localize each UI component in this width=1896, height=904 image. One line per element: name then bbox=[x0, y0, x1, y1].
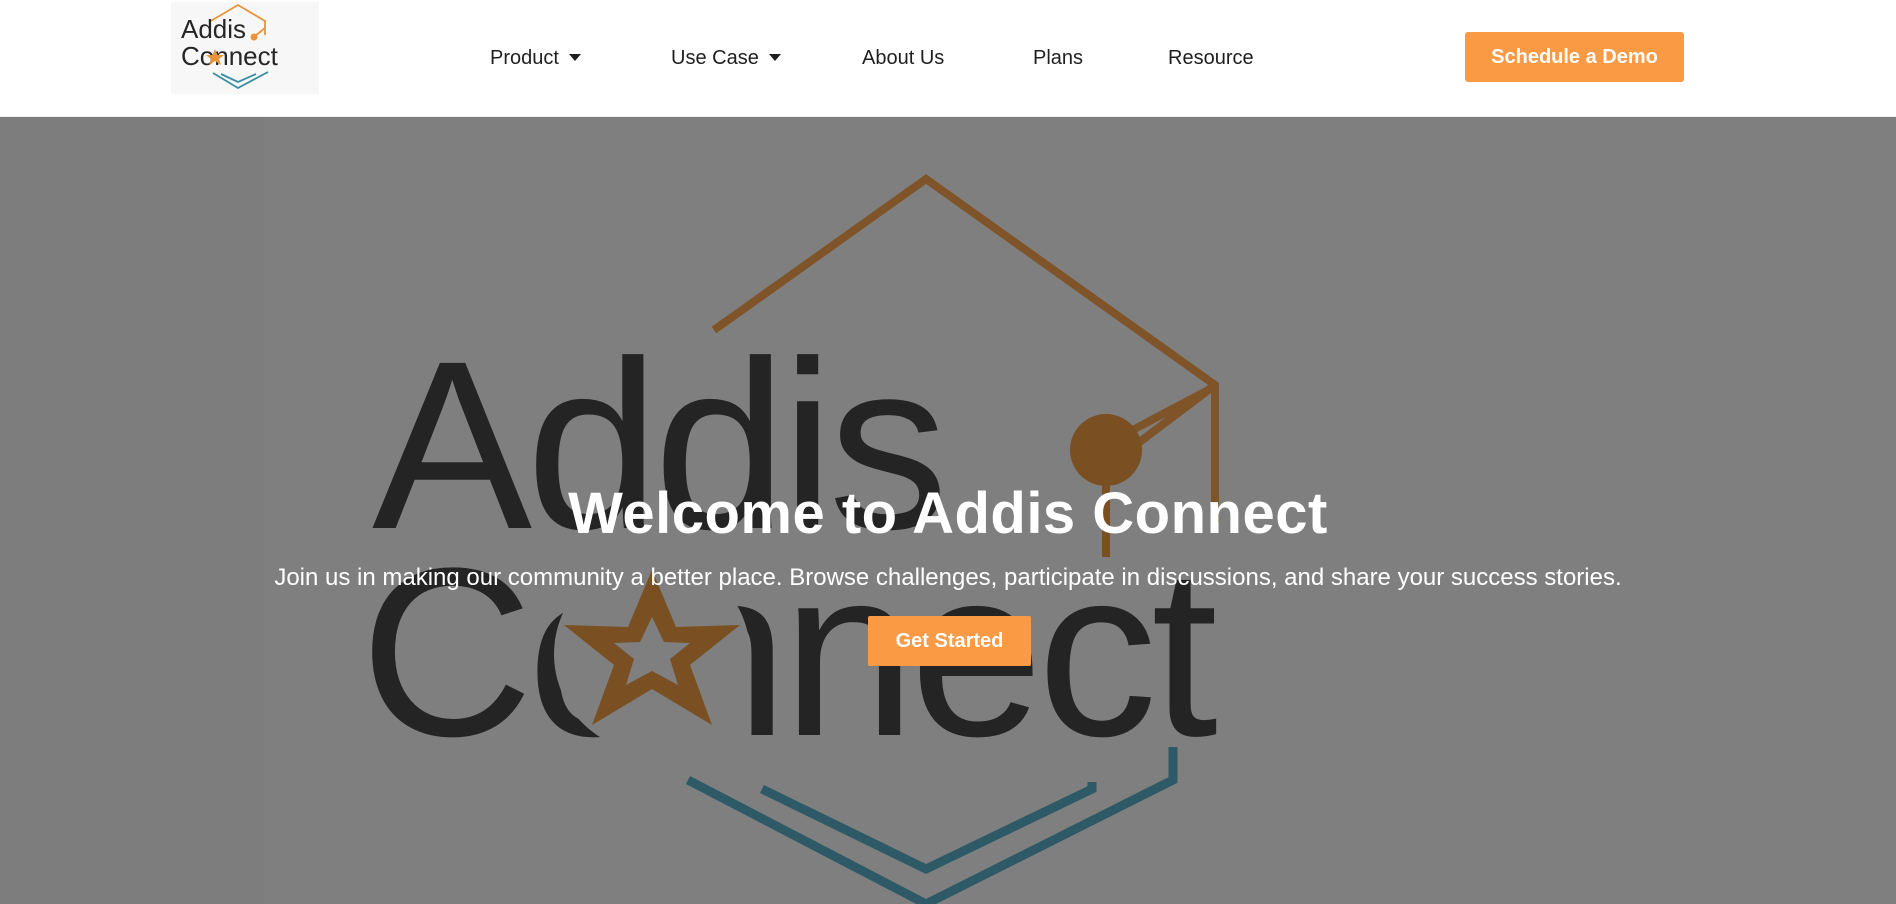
caret-down-icon bbox=[568, 53, 581, 61]
nav-item-label: Resource bbox=[1168, 47, 1254, 69]
get-started-button[interactable]: Get Started bbox=[868, 616, 1031, 666]
logo-word-1: Addis bbox=[181, 14, 246, 44]
hero-subtitle: Join us in making our community a better… bbox=[274, 564, 1622, 591]
site-header: Addis Connect Product Use Case About Us … bbox=[0, 0, 1896, 117]
nav-item-label: Plans bbox=[1033, 47, 1084, 69]
hero-art-word-2: Connect bbox=[360, 518, 1216, 786]
nav-item-label: Product bbox=[490, 47, 559, 69]
addis-connect-logo[interactable]: Addis Connect bbox=[171, 2, 319, 94]
nav-item-product[interactable]: Product bbox=[490, 44, 581, 72]
schedule-demo-button[interactable]: Schedule a Demo bbox=[1465, 32, 1684, 82]
caret-down-icon bbox=[768, 53, 781, 61]
nav-item-plans[interactable]: Plans bbox=[1033, 44, 1083, 72]
logo-graphic: Addis Connect bbox=[181, 3, 279, 90]
hero-title: Welcome to Addis Connect bbox=[568, 481, 1328, 546]
nav-item-resource[interactable]: Resource bbox=[1168, 44, 1254, 72]
nav-item-label: Use Case bbox=[671, 47, 759, 69]
nav-item-about-us[interactable]: About Us bbox=[862, 44, 944, 72]
hero-section: Addis Connect Welcome to Addis Connect J… bbox=[0, 117, 1896, 904]
logo-word-2: Connect bbox=[181, 41, 279, 71]
nav-item-use-case[interactable]: Use Case bbox=[671, 44, 781, 72]
nav-item-label: About Us bbox=[862, 47, 945, 69]
